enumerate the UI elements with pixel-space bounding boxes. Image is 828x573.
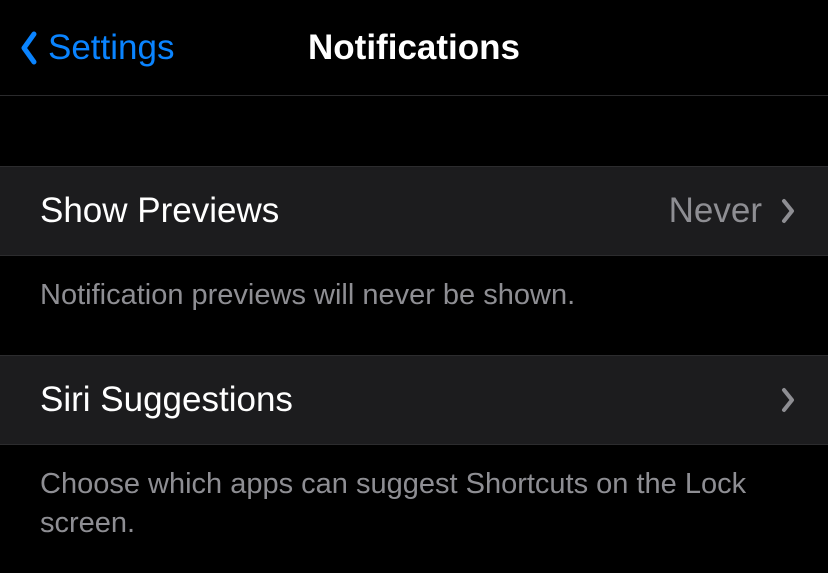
show-previews-label: Show Previews bbox=[40, 191, 669, 231]
show-previews-footer: Notification previews will never be show… bbox=[0, 256, 828, 345]
siri-suggestions-row[interactable]: Siri Suggestions bbox=[0, 355, 828, 445]
section-spacer bbox=[0, 96, 828, 166]
page-title: Notifications bbox=[308, 28, 520, 68]
section-spacer bbox=[0, 345, 828, 355]
back-button-label: Settings bbox=[48, 28, 174, 68]
back-button[interactable]: Settings bbox=[0, 28, 174, 68]
siri-suggestions-footer: Choose which apps can suggest Shortcuts … bbox=[0, 445, 828, 573]
chevron-right-icon bbox=[780, 386, 796, 414]
siri-suggestions-label: Siri Suggestions bbox=[40, 380, 780, 420]
show-previews-row[interactable]: Show Previews Never bbox=[0, 166, 828, 256]
show-previews-value: Never bbox=[669, 191, 762, 231]
navigation-header: Settings Notifications bbox=[0, 0, 828, 96]
chevron-right-icon bbox=[780, 197, 796, 225]
chevron-left-icon bbox=[18, 30, 40, 66]
